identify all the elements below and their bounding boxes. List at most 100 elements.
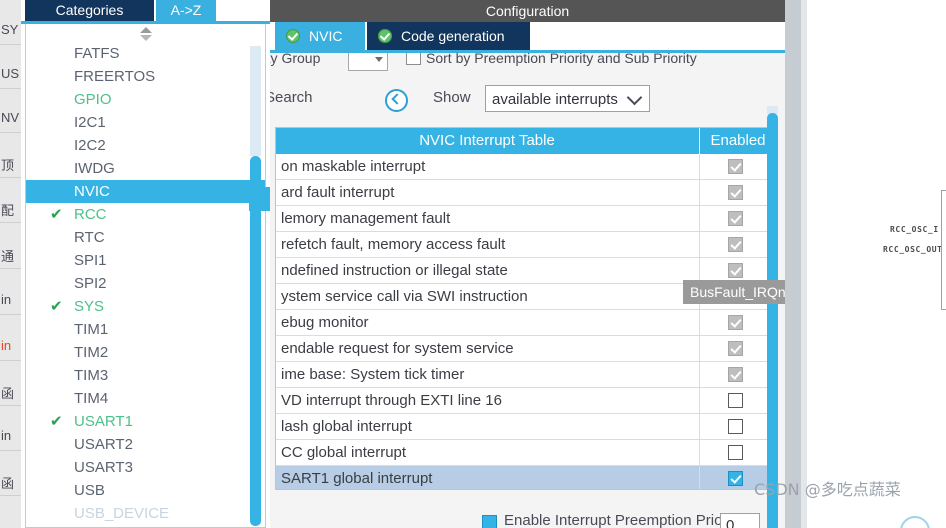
sidebar-item-spi1[interactable]: SPI1	[26, 249, 265, 272]
sidebar-item-fatfs[interactable]: FATFS	[26, 42, 265, 65]
table-row[interactable]: lash global interrupt	[276, 414, 774, 440]
sidebar-item-rcc[interactable]: ✔ RCC	[26, 203, 265, 226]
sidebar-item-usart1[interactable]: ✔ USART1	[26, 410, 265, 433]
left-strip-divider	[0, 268, 21, 269]
sidebar-item-usart3[interactable]: USART3	[26, 456, 265, 479]
sidebar-item-label: USART3	[74, 459, 133, 476]
watermark: CSDN @多吃点蔬菜	[754, 480, 901, 499]
interrupt-name: VD interrupt through EXTI line 16	[281, 392, 502, 409]
sidebar-item-tim3[interactable]: TIM3	[26, 364, 265, 387]
tab-categories[interactable]: Categories	[25, 0, 154, 21]
left-strip-fragment: NV	[1, 110, 20, 125]
sidebar-item-label: FREERTOS	[74, 68, 156, 85]
sidebar-item-usb_device[interactable]: USB_DEVICE	[26, 502, 265, 525]
left-strip-fragment: 顶	[1, 158, 15, 173]
configuration-scrollbar-thumb[interactable]	[767, 113, 778, 528]
left-strip-fragment: in	[1, 428, 12, 443]
table-row[interactable]: on maskable interrupt	[276, 154, 774, 180]
sidebar-item-usart2[interactable]: USART2	[26, 433, 265, 456]
priority-group-row: Priority Group Sort by Preemption Priori…	[270, 53, 785, 71]
interrupt-name: refetch fault, memory access fault	[281, 236, 506, 253]
sidebar-item-i2c2[interactable]: I2C2	[26, 134, 265, 157]
component-list-panel: Categories A->Z FATFS FREERTOS GPIO I2C1 I2C…	[21, 0, 270, 528]
zoom-control-icon[interactable]	[900, 516, 930, 528]
sidebar-item-gpio[interactable]: GPIO	[26, 88, 265, 111]
list-body: FATFS FREERTOS GPIO I2C1 I2C2 IWDG NVIC ✔ RCC RTC…	[25, 24, 266, 528]
check-circle-icon	[286, 29, 300, 43]
check-circle-icon	[378, 29, 392, 43]
tab-a-to-z[interactable]: A->Z	[156, 0, 216, 21]
enabled-checkbox[interactable]	[728, 471, 743, 486]
enable-preemption-priority-row: Enable Interrupt Preemption Priority 0	[270, 501, 785, 528]
configuration-panel: Configuration NVIC Code generation Prior…	[270, 0, 785, 528]
left-strip-fragment: US	[1, 66, 20, 81]
preemption-priority-value[interactable]: 0	[720, 513, 760, 528]
sidebar-item-label: TIM4	[74, 390, 109, 407]
enabled-checkbox	[728, 367, 743, 382]
sidebar-item-nvic[interactable]: NVIC	[26, 180, 265, 203]
sidebar-item-usb[interactable]: USB	[26, 479, 265, 502]
sidebar-item-sys[interactable]: ✔ SYS	[26, 295, 265, 318]
cell-divider	[699, 362, 700, 387]
list-scrollbar-thumb[interactable]	[250, 156, 261, 526]
table-row[interactable]: ebug monitor	[276, 310, 774, 336]
table-row[interactable]: endable request for system service	[276, 336, 774, 362]
interrupt-name: ebug monitor	[281, 314, 369, 331]
left-strip-divider	[0, 405, 21, 406]
sidebar-item-freertos[interactable]: FREERTOS	[26, 65, 265, 88]
panel-gutter-inner	[801, 0, 807, 528]
enabled-checkbox[interactable]	[728, 419, 743, 434]
sidebar-item-label: I2C2	[74, 137, 106, 154]
left-strip-divider	[0, 44, 21, 45]
cell-divider	[699, 440, 700, 465]
interrupt-name: SART1 global interrupt	[281, 470, 433, 487]
list-tabstrip: Categories A->Z	[21, 0, 270, 21]
sidebar-item-iwdg[interactable]: IWDG	[26, 157, 265, 180]
sidebar-item-label: USB_DEVICE	[74, 505, 170, 522]
table-row[interactable]: VD interrupt through EXTI line 16	[276, 388, 774, 414]
enabled-checkbox[interactable]	[728, 393, 743, 408]
left-strip-fragment: in	[1, 292, 12, 307]
show-select-value: available interrupts	[492, 91, 618, 108]
cell-divider	[699, 232, 700, 257]
sidebar-item-label: USART1	[74, 413, 133, 430]
tab-code-generation[interactable]: Code generation	[367, 22, 530, 50]
priority-group-select[interactable]	[348, 53, 388, 71]
interrupt-name: ard fault interrupt	[281, 184, 395, 201]
interrupt-name: ystem service call via SWI instruction	[281, 288, 528, 305]
sidebar-item-label: TIM1	[74, 321, 109, 338]
tab-nvic[interactable]: NVIC	[275, 22, 365, 50]
cell-divider	[699, 466, 700, 489]
interrupt-name: endable request for system service	[281, 340, 514, 357]
sidebar-item-tim4[interactable]: TIM4	[26, 387, 265, 410]
sidebar-item-label: TIM3	[74, 367, 109, 384]
sidebar-item-label: NVIC	[74, 183, 110, 200]
search-icon[interactable]	[385, 89, 408, 112]
sidebar-item-tim2[interactable]: TIM2	[26, 341, 265, 364]
sidebar-item-i2c1[interactable]: I2C1	[26, 111, 265, 134]
collapse-handle-icon[interactable]	[137, 27, 155, 41]
list-scrollbar-upper-track[interactable]	[250, 46, 261, 156]
table-row[interactable]: ard fault interrupt	[276, 180, 774, 206]
cell-divider	[699, 206, 700, 231]
table-row[interactable]: ime base: System tick timer	[276, 362, 774, 388]
table-row[interactable]: CC global interrupt	[276, 440, 774, 466]
sidebar-item-label: TIM2	[74, 344, 109, 361]
sidebar-item-label: USB	[74, 482, 105, 499]
table-header-row: NVIC Interrupt Table Enabled	[276, 128, 774, 154]
chevron-up-icon	[139, 27, 152, 33]
interrupt-name: lemory management fault	[281, 210, 451, 227]
enabled-checkbox[interactable]	[728, 445, 743, 460]
list-scrollbar-nub[interactable]	[249, 187, 270, 211]
sort-by-priority-checkbox[interactable]	[406, 53, 421, 65]
table-row[interactable]: SART1 global interrupt	[276, 466, 774, 489]
table-row[interactable]: lemory management fault	[276, 206, 774, 232]
sidebar-item-tim1[interactable]: TIM1	[26, 318, 265, 341]
cell-divider	[699, 336, 700, 361]
show-select[interactable]: available interrupts	[485, 85, 650, 112]
peripheral-list: FATFS FREERTOS GPIO I2C1 I2C2 IWDG NVIC ✔ RCC RTC…	[26, 42, 265, 527]
enable-preemption-priority-checkbox[interactable]	[482, 515, 497, 528]
sidebar-item-rtc[interactable]: RTC	[26, 226, 265, 249]
sidebar-item-spi2[interactable]: SPI2	[26, 272, 265, 295]
table-row[interactable]: refetch fault, memory access fault	[276, 232, 774, 258]
